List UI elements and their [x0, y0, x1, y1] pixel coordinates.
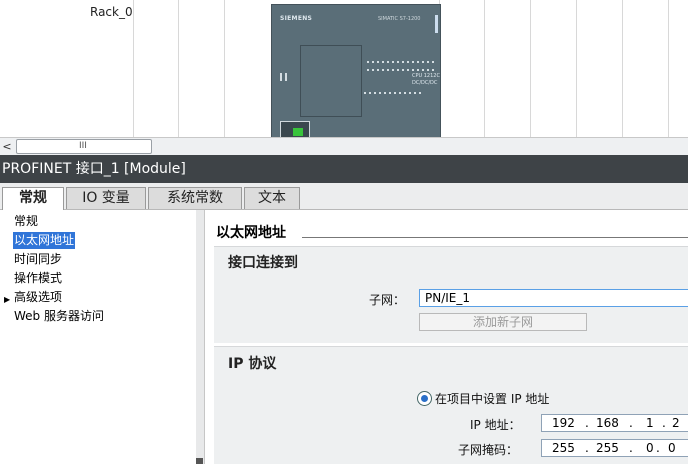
- property-content: 以太网地址 接口连接到 子网： PN/IE_1 添加新子网 IP 协议 在项目中…: [205, 210, 688, 464]
- plc-indicator: [435, 15, 438, 33]
- rack-slot[interactable]: [576, 0, 623, 138]
- rack-slot[interactable]: [178, 0, 225, 138]
- ip-octet: 2: [672, 416, 680, 430]
- set-ip-in-project-label[interactable]: 在项目中设置 IP 地址: [435, 390, 549, 407]
- tab-texts[interactable]: 文本: [244, 187, 300, 209]
- add-new-subnet-button[interactable]: 添加新子网: [419, 313, 587, 331]
- group-title: IP 协议: [228, 356, 277, 372]
- profinet-port-led: [293, 128, 303, 136]
- scroll-left-arrow-icon[interactable]: <: [0, 139, 14, 154]
- plc-io-leds: [367, 61, 435, 63]
- plc-io-leds: [367, 69, 435, 71]
- ip-octet: 168: [596, 416, 619, 430]
- tab-system-constants[interactable]: 系统常数: [148, 187, 242, 209]
- plc-model: SIMATIC S7-1200: [378, 16, 421, 22]
- section-divider: [302, 237, 688, 238]
- panel-splitter[interactable]: [196, 210, 205, 464]
- group-title: 接口连接到: [228, 255, 298, 271]
- ip-address-input[interactable]: 192 . 168 . 1 . 2: [541, 414, 688, 432]
- plc-cpu-label: CPU 1212C DC/DC/DC: [412, 73, 440, 87]
- rack-slot[interactable]: [622, 0, 669, 138]
- ip-dot: .: [629, 416, 633, 430]
- subnet-mask-input[interactable]: 255 . 255 . 0 . 0: [541, 439, 688, 457]
- scroll-grip-icon: III: [79, 141, 87, 151]
- scroll-thumb[interactable]: III: [16, 139, 152, 154]
- radio-selected-dot: [421, 395, 428, 402]
- property-nav-tree: 常规 以太网地址 时间同步 操作模式 ▶ 高级选项 Web 服务器访问: [0, 210, 197, 464]
- plc-status-leds: [280, 73, 290, 81]
- mask-octet: 255: [596, 441, 619, 455]
- mask-dot: .: [585, 441, 589, 455]
- subnet-label: 子网：: [369, 293, 406, 307]
- nav-item-general[interactable]: 常规: [14, 213, 38, 230]
- rack-slot[interactable]: [530, 0, 577, 138]
- ip-dot: .: [585, 416, 589, 430]
- tab-io-tags[interactable]: IO 变量: [66, 187, 146, 209]
- profinet-port[interactable]: [280, 121, 310, 138]
- mask-octet: 0: [668, 441, 676, 455]
- plc-module[interactable]: SIEMENS SIMATIC S7-1200 CPU 1212C DC/DC/…: [271, 4, 441, 138]
- plc-brand: SIEMENS: [280, 15, 313, 22]
- nav-item-time-sync[interactable]: 时间同步: [14, 251, 62, 268]
- mask-octet: 0: [646, 441, 654, 455]
- device-view: Rack_0 SIEMENS SIMATIC S7-1200 CPU 1212C…: [0, 0, 688, 138]
- rack-slot[interactable]: [133, 0, 179, 138]
- mask-dot: .: [629, 441, 633, 455]
- nav-item-operating-mode[interactable]: 操作模式: [14, 270, 62, 287]
- rack-slot[interactable]: [224, 0, 271, 138]
- splitter-grip-icon[interactable]: [196, 458, 203, 464]
- nav-item-ethernet-address[interactable]: 以太网地址: [13, 232, 76, 249]
- ip-dot: .: [662, 416, 666, 430]
- rack-slot[interactable]: [668, 0, 688, 138]
- plc-io-leds: [364, 92, 422, 94]
- mask-octet: 255: [552, 441, 575, 455]
- nav-item-advanced-options[interactable]: 高级选项: [14, 289, 62, 306]
- plc-window: [300, 45, 362, 117]
- ip-octet: 192: [552, 416, 575, 430]
- plc-cpu-line: CPU 1212C: [412, 73, 440, 79]
- expand-arrow-icon[interactable]: ▶: [4, 295, 10, 304]
- rack-slot[interactable]: [439, 0, 485, 138]
- mask-dot: .: [656, 441, 660, 455]
- horizontal-scrollbar[interactable]: < III: [0, 137, 688, 155]
- ip-address-label: IP 地址：: [470, 418, 521, 432]
- plc-cpu-line: DC/DC/DC: [412, 80, 438, 86]
- tab-strip: 常规 IO 变量 系统常数 文本: [0, 183, 688, 210]
- inspector-title: PROFINET 接口_1 [Module]: [0, 155, 688, 183]
- nav-item-web-server-access[interactable]: Web 服务器访问: [14, 308, 104, 325]
- rack-slot[interactable]: [484, 0, 531, 138]
- rack-label: Rack_0: [90, 5, 133, 19]
- subnet-mask-label: 子网掩码：: [458, 443, 519, 457]
- ip-octet: 1: [646, 416, 654, 430]
- tab-general[interactable]: 常规: [2, 187, 64, 210]
- section-title: 以太网地址: [216, 225, 286, 241]
- subnet-select[interactable]: PN/IE_1: [419, 289, 688, 307]
- set-ip-in-project-radio[interactable]: [417, 391, 432, 406]
